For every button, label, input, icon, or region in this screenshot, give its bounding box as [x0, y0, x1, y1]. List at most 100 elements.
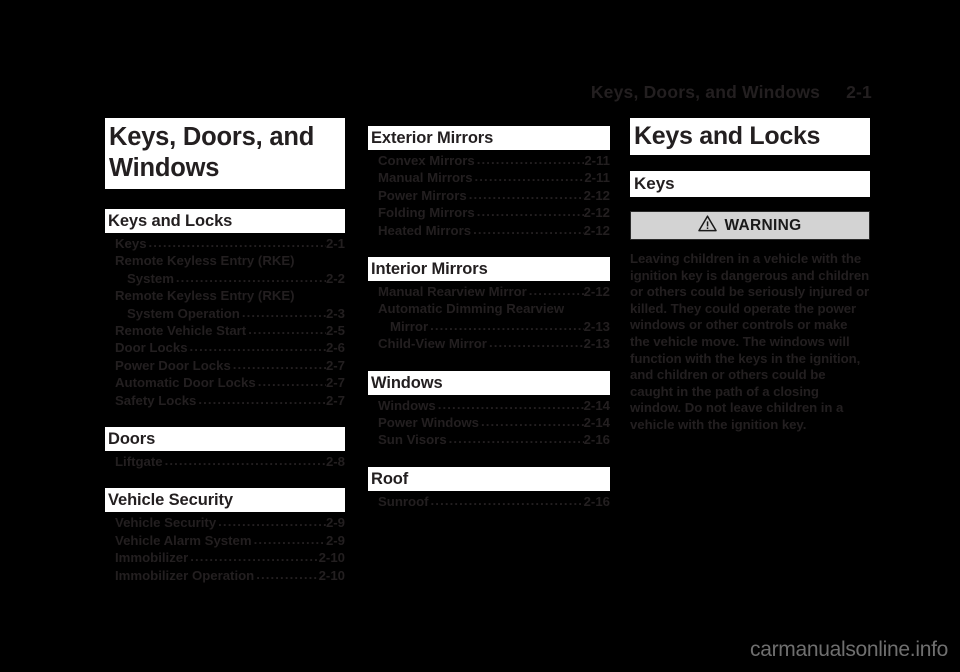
toc-entry-line[interactable]: Remote Keyless Entry (RKE)..............…: [105, 287, 345, 304]
toc-entry-page-number: 2-10: [318, 550, 345, 566]
toc-entry[interactable]: Windows.................................…: [368, 397, 610, 414]
toc-section-heading: Vehicle Security: [105, 488, 345, 513]
article-subtitle: Keys: [630, 171, 870, 197]
toc-entry-label: Automatic Door Locks: [115, 375, 256, 391]
toc-entry-page-number: 2-6: [325, 340, 345, 356]
toc-entry-page-number: 2-9: [325, 532, 345, 548]
toc-entry-list: Sunroof.................................…: [368, 493, 610, 510]
toc-entry-label: Heated Mirrors: [378, 222, 472, 238]
toc-entry[interactable]: Immobilizer.............................…: [105, 549, 345, 566]
toc-entry-list: Liftgate................................…: [105, 453, 345, 470]
toc-entry-label: Manual Rearview Mirror: [378, 284, 527, 300]
toc-entry[interactable]: Convex Mirrors..........................…: [368, 152, 610, 169]
toc-entry-page-number: 2-16: [583, 493, 610, 509]
toc-entry-list: Manual Rearview Mirror..................…: [368, 283, 610, 353]
toc-entry-page-number: 2-2: [325, 270, 345, 286]
toc-entry[interactable]: Heated Mirrors..........................…: [368, 222, 610, 239]
toc-entry[interactable]: Keys....................................…: [105, 235, 345, 252]
toc-column-middle: Exterior Mirrors Convex Mirrors..........…: [368, 118, 610, 510]
toc-entry[interactable]: Manual Rearview Mirror..................…: [368, 283, 610, 300]
running-header-page-number: 2-1: [846, 82, 872, 102]
toc-entry-line[interactable]: Automatic Dimming Rearview..............…: [368, 300, 610, 317]
toc-entry[interactable]: System..................................…: [105, 270, 345, 287]
toc-section-heading: Doors: [105, 427, 345, 452]
toc-entry[interactable]: Liftgate................................…: [105, 453, 345, 470]
toc-entry-label: Power Mirrors: [378, 187, 467, 203]
toc-entry-page-number: 2-14: [583, 397, 610, 413]
toc-dot-leader: ........................................…: [218, 514, 326, 530]
toc-entry[interactable]: Vehicle Alarm System....................…: [105, 532, 345, 549]
toc-entry-page-number: 2-7: [325, 375, 345, 391]
toc-entry-list: Vehicle Security........................…: [105, 514, 345, 584]
article-column-right: Keys and Locks Keys WARNING Leaving chil…: [630, 118, 870, 434]
warning-label: WARNING: [724, 216, 802, 234]
toc-entry-label: Convex Mirrors: [378, 153, 475, 168]
toc-dot-leader: ........................................…: [481, 414, 584, 430]
toc-entry[interactable]: Sunroof.................................…: [368, 493, 610, 510]
toc-entry-line[interactable]: Remote Keyless Entry (RKE)..............…: [105, 252, 345, 269]
toc-entry-label: Immobilizer: [115, 550, 189, 566]
toc-entry-page-number: 2-3: [325, 305, 345, 321]
toc-entry[interactable]: System Operation........................…: [105, 305, 345, 322]
toc-entry[interactable]: Manual Mirrors..........................…: [368, 169, 610, 186]
toc-entry-page-number: 2-12: [583, 187, 610, 203]
toc-entry[interactable]: Safety Locks............................…: [105, 392, 345, 409]
toc-entry-page-number: 2-7: [325, 357, 345, 373]
toc-dot-leader: ........................................…: [256, 566, 319, 582]
toc-entry[interactable]: Child-View Mirror.......................…: [368, 335, 610, 352]
toc-dot-leader: ........................................…: [198, 391, 326, 407]
toc-entry-page-number: 2-8: [325, 454, 345, 470]
toc-section-heading: Exterior Mirrors: [368, 126, 610, 150]
toc-dot-leader: ........................................…: [468, 186, 584, 202]
toc-entry-page-number: 2-12: [583, 222, 610, 238]
toc-entry[interactable]: Power Door Locks........................…: [105, 357, 345, 374]
toc-entry[interactable]: Power Mirrors...........................…: [368, 187, 610, 204]
toc-dot-leader: ........................................…: [437, 396, 584, 412]
toc-entry[interactable]: Mirror..................................…: [368, 318, 610, 335]
toc-dot-leader: ........................................…: [253, 531, 326, 547]
toc-entry-page-number: 2-16: [583, 432, 610, 448]
toc-dot-leader: ........................................…: [148, 235, 326, 250]
toc-dot-leader: ........................................…: [476, 152, 585, 167]
toc-entry[interactable]: Folding Mirrors.........................…: [368, 204, 610, 221]
toc-entry[interactable]: Sun Visors..............................…: [368, 431, 610, 448]
toc-entry[interactable]: Door Locks..............................…: [105, 339, 345, 356]
toc-dot-leader: ........................................…: [430, 317, 583, 333]
toc-entry-list: Keys....................................…: [105, 235, 345, 409]
toc-entry-label: Vehicle Alarm System: [115, 532, 252, 548]
toc-section-heading: Keys and Locks: [105, 209, 345, 233]
toc-dot-leader: ........................................…: [164, 453, 326, 469]
toc-entry-label: Vehicle Security: [115, 515, 217, 531]
toc-entry-label: Remote Keyless Entry (RKE): [115, 253, 295, 269]
toc-entry-page-number: 2-11: [584, 153, 610, 168]
toc-entry-label: Immobilizer Operation: [115, 567, 255, 583]
toc-dot-leader: ........................................…: [257, 374, 326, 390]
toc-entry-label: Door Locks: [115, 340, 188, 356]
toc-entry-page-number: 2-7: [325, 392, 345, 408]
toc-entry-label: Safety Locks: [115, 392, 197, 408]
toc-entry[interactable]: Remote Vehicle Start....................…: [105, 322, 345, 339]
toc-entry-label: Windows: [378, 397, 436, 413]
toc-dot-leader: ........................................…: [190, 549, 319, 565]
toc-entry-page-number: 2-11: [584, 170, 610, 186]
toc-entry-page-number: 2-13: [583, 336, 610, 352]
toc-entry[interactable]: Automatic Door Locks....................…: [105, 374, 345, 391]
toc-entry-label: Remote Vehicle Start: [115, 323, 247, 339]
manual-page: Keys, Doors, and Windows 2-1 Keys, Doors,…: [0, 0, 960, 672]
toc-dot-leader: ........................................…: [448, 431, 584, 447]
toc-entry-label: Sunroof: [378, 493, 429, 509]
toc-entry[interactable]: Power Windows...........................…: [368, 414, 610, 431]
toc-entry-label: Keys: [115, 236, 147, 251]
toc-entry[interactable]: Immobilizer Operation...................…: [105, 567, 345, 584]
toc-entry-page-number: 2-9: [325, 515, 345, 531]
toc-entry-list: Windows.................................…: [368, 397, 610, 449]
toc-entry-label: System: [127, 270, 174, 286]
toc-section-heading: Interior Mirrors: [368, 257, 610, 282]
toc-entry-label: Folding Mirrors: [378, 205, 475, 221]
toc-entry-label: Sun Visors: [378, 432, 447, 448]
toc-entry[interactable]: Vehicle Security........................…: [105, 514, 345, 531]
toc-entry-label: Manual Mirrors: [378, 170, 473, 186]
toc-sections-middle: Exterior Mirrors Convex Mirrors..........…: [368, 126, 610, 510]
toc-entry-label: Power Door Locks: [115, 357, 231, 373]
warning-box: WARNING: [630, 211, 870, 240]
